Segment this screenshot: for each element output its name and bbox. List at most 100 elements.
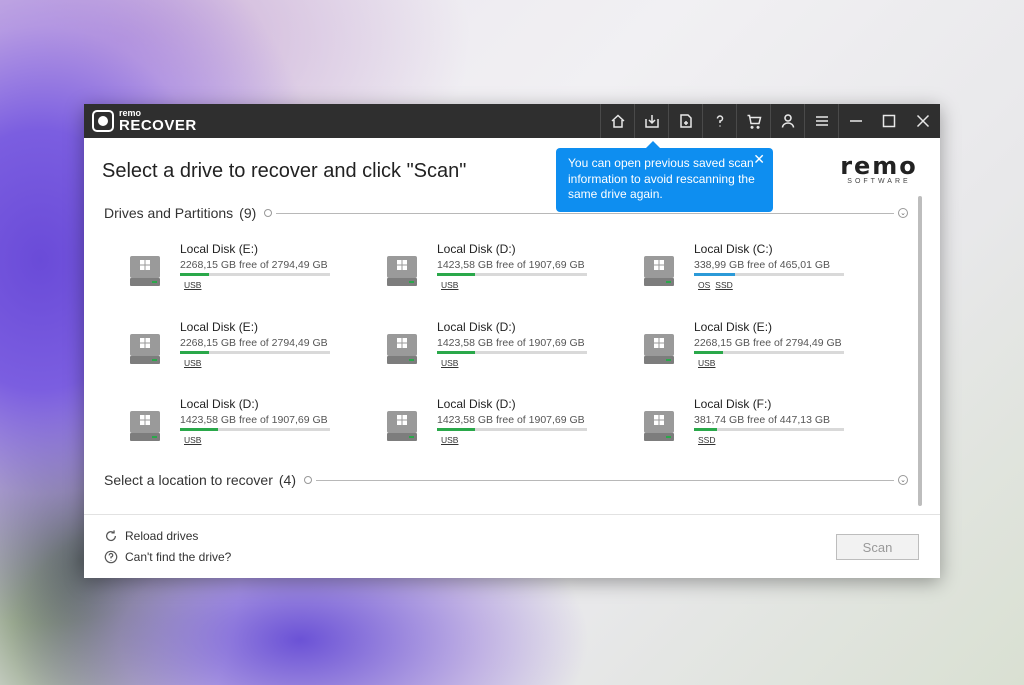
drive-free-space: 338,99 GB free of 465,01 GB [694,259,831,271]
drive-name: Local Disk (D:) [437,397,516,411]
minimize-icon [849,120,862,122]
drive-name: Local Disk (D:) [437,320,516,334]
hard-drive-icon [128,409,162,443]
drive-usage-fill [437,428,475,431]
drive-tag: SSD [715,280,733,290]
drive-tag: OS [698,280,711,290]
drive-tags: USB [184,358,201,368]
section-divider [316,479,894,481]
minimize-button[interactable] [838,104,872,138]
drive-free-space: 1423,58 GB free of 1907,69 GB [437,259,585,271]
page-title: Select a drive to recover and click "Sca… [102,160,467,182]
drive-usage-bar [180,273,330,276]
close-button[interactable] [906,104,940,138]
drive-item[interactable]: Local Disk (D:) 1423,58 GB free of 1907,6… [361,397,587,457]
footer-divider [84,514,940,515]
brand-logo: remo SOFTWARE [838,154,920,185]
maximize-button[interactable] [872,104,906,138]
close-icon [916,114,930,128]
save-scan-button[interactable] [668,104,702,138]
hard-drive-icon [642,332,676,366]
expand-chevron-icon[interactable]: ⌄ [898,475,908,485]
drive-name: Local Disk (D:) [437,242,516,256]
open-scan-button[interactable] [634,104,668,138]
section-dot-icon [304,476,312,484]
save-file-icon [679,114,692,128]
section-divider [276,212,894,214]
drive-usage-bar [694,351,844,354]
scrollbar[interactable] [918,196,922,506]
cart-icon [747,114,761,129]
drive-usage-fill [694,273,735,276]
collapse-chevron-icon[interactable]: ⌄ [898,208,908,218]
drive-usage-bar [694,428,844,431]
hard-drive-icon [385,254,419,288]
cart-button[interactable] [736,104,770,138]
drive-usage-fill [437,273,475,276]
locations-section-label: Select a location to recover [104,472,273,488]
tooltip-text: You can open previous saved scan informa… [568,156,755,201]
drive-tags: SSD [698,435,715,445]
drive-usage-fill [437,351,475,354]
drive-item[interactable]: Local Disk (E:) 2268,15 GB free of 2794,4… [104,320,330,380]
drives-section-label: Drives and Partitions [104,205,234,221]
drive-tag: USB [441,280,459,290]
drive-name: Local Disk (E:) [694,320,773,334]
drive-item[interactable]: Local Disk (E:) 2268,15 GB free of 2794,4… [618,320,844,380]
help-button[interactable] [702,104,736,138]
help-icon [716,115,723,127]
brand-tagline: SOFTWARE [847,178,911,185]
account-button[interactable] [770,104,804,138]
drive-free-space: 2268,15 GB free of 2794,49 GB [180,337,328,349]
cant-find-drive-link[interactable]: Can't find the drive? [104,550,231,564]
drive-tag: USB [184,358,202,368]
drive-usage-fill [180,428,218,431]
question-circle-icon [104,550,118,564]
drives-section-header[interactable]: Drives and Partitions (9) ⌄ [104,205,908,221]
drive-tag: SSD [698,435,716,445]
drive-free-space: 2268,15 GB free of 2794,49 GB [180,259,328,271]
maximize-icon [882,114,896,128]
hard-drive-icon [128,254,162,288]
drive-item[interactable]: Local Disk (D:) 1423,58 GB free of 1907,6… [104,397,330,457]
cant-find-drive-label: Can't find the drive? [125,550,232,564]
logo-mark-icon [92,110,114,132]
reload-drives-label: Reload drives [125,529,199,543]
tooltip-close-icon[interactable]: ✕ [753,151,765,168]
drive-tags: USB [698,358,715,368]
drive-item[interactable]: Local Disk (F:) 381,74 GB free of 447,13 … [618,397,844,457]
drive-tags: USB [184,280,201,290]
hard-drive-icon [642,409,676,443]
hard-drive-icon [385,409,419,443]
user-icon [781,114,794,128]
locations-section-header[interactable]: Select a location to recover (4) ⌄ [104,472,908,488]
drive-item[interactable]: Local Disk (E:) 2268,15 GB free of 2794,4… [104,242,330,302]
drive-free-space: 2268,15 GB free of 2794,49 GB [694,337,842,349]
drive-free-space: 381,74 GB free of 447,13 GB [694,414,831,426]
drive-free-space: 1423,58 GB free of 1907,69 GB [437,414,585,426]
drive-tags: USB [441,358,458,368]
home-button[interactable] [600,104,634,138]
logo-bottom-text: RECOVER [119,117,197,134]
drive-item[interactable]: Local Disk (D:) 1423,58 GB free of 1907,6… [361,320,587,380]
reload-drives-link[interactable]: Reload drives [104,529,198,543]
brand-name: remo [840,152,918,180]
drive-usage-bar [180,428,330,431]
drive-usage-fill [180,273,209,276]
drive-free-space: 1423,58 GB free of 1907,69 GB [437,337,585,349]
drive-usage-bar [437,273,587,276]
drive-usage-bar [694,273,844,276]
saved-scan-tooltip: You can open previous saved scan informa… [556,141,773,212]
drive-usage-bar [180,351,330,354]
title-bar: remo RECOVER [84,104,940,138]
menu-button[interactable] [804,104,838,138]
drive-tag: USB [441,435,459,445]
drive-name: Local Disk (E:) [180,242,259,256]
drive-item[interactable]: Local Disk (C:) 338,99 GB free of 465,01 … [618,242,844,302]
hard-drive-icon [128,332,162,366]
drive-name: Local Disk (E:) [180,320,259,334]
drive-tags: USB [184,435,201,445]
drive-item[interactable]: Local Disk (D:) 1423,58 GB free of 1907,6… [361,242,587,302]
scan-button[interactable]: Scan [836,534,919,560]
drive-tag: USB [184,280,202,290]
